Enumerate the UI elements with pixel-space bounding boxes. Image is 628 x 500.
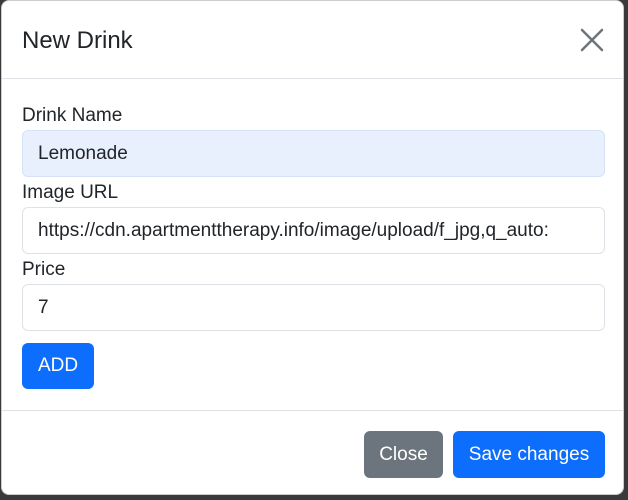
new-drink-modal: New Drink Drink Name Lemonade Image URL … [1, 0, 624, 495]
image-url-label: Image URL [22, 182, 119, 203]
close-icon[interactable] [577, 25, 607, 55]
price-input[interactable]: 7 [22, 284, 605, 331]
drink-name-input[interactable]: Lemonade [22, 130, 605, 177]
modal-title: New Drink [22, 27, 133, 54]
add-button[interactable]: ADD [22, 343, 94, 389]
footer-divider [2, 410, 623, 411]
close-button[interactable]: Close [364, 431, 443, 478]
save-changes-button[interactable]: Save changes [453, 431, 605, 478]
drink-name-label: Drink Name [22, 105, 123, 126]
image-url-input[interactable]: https://cdn.apartmenttherapy.info/image/… [22, 207, 605, 254]
price-label: Price [22, 259, 66, 280]
modal-header: New Drink [2, 1, 623, 79]
